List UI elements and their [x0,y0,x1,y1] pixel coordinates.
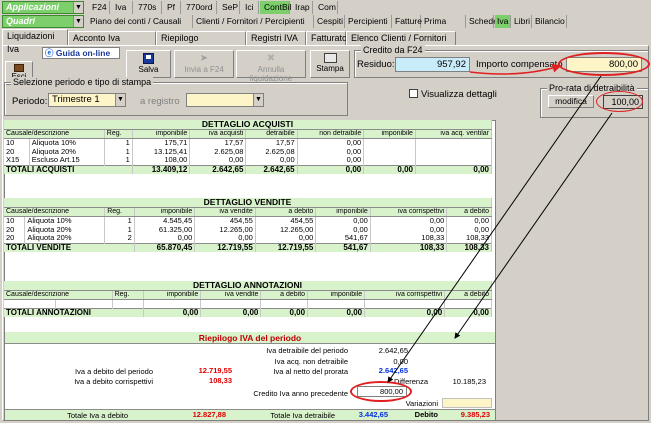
annotation-arrows [387,63,613,383]
tab-liquidazioni-iva[interactable]: Liquidazioni Iva [2,29,68,54]
arrow-to-prorata [454,112,613,339]
red-arrow [469,63,562,75]
arrow-to-credito [387,75,602,383]
